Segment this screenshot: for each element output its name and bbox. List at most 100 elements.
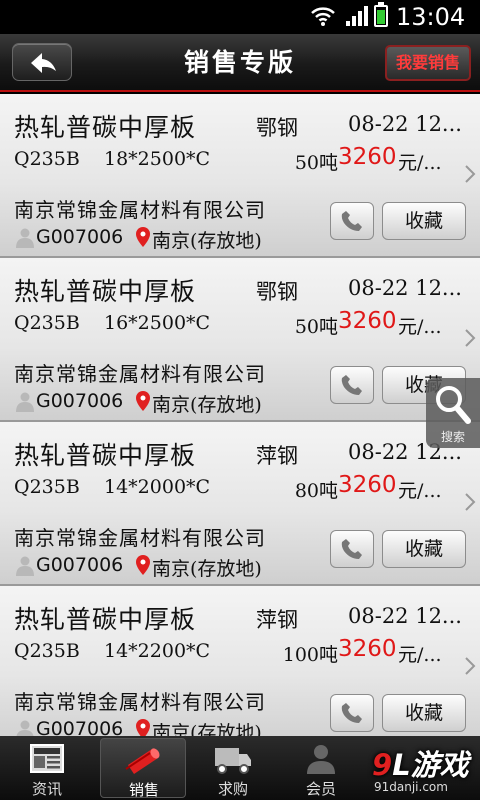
tab-purchase-label: 求购	[217, 780, 248, 798]
steel-grade: Q235B	[14, 640, 80, 662]
company-name: 南京常锦金属材料有限公司	[14, 198, 266, 222]
tab-member[interactable]: 会员	[278, 738, 364, 798]
seller-code: G007006	[36, 718, 124, 736]
steel-grade: Q235B	[14, 312, 80, 334]
back-arrow-icon	[31, 53, 56, 73]
storage-location: 南京(存放地)	[152, 230, 262, 252]
post-date: 08-22 12...	[348, 276, 462, 300]
chevron-right-icon	[465, 493, 476, 511]
phone-icon	[341, 703, 362, 723]
quantity: 100吨	[282, 644, 338, 666]
price: 3260	[338, 308, 397, 334]
chevron-right-icon	[465, 165, 476, 183]
member-icon	[307, 745, 335, 774]
price: 3260	[338, 472, 397, 498]
search-float-button[interactable]: 搜索	[426, 378, 480, 448]
listing-card[interactable]: 热轧普碳中厚板 鄂钢 08-22 12... Q235B 16*2500*C 5…	[0, 258, 480, 422]
company-name: 南京常锦金属材料有限公司	[14, 690, 266, 714]
steel-pipe-icon	[125, 748, 160, 774]
steel-grade: Q235B	[14, 476, 80, 498]
truck-icon	[215, 748, 251, 774]
company-name: 南京常锦金属材料有限公司	[14, 362, 266, 386]
phone-icon	[341, 375, 362, 395]
spec: 16*2500*C	[104, 312, 211, 334]
call-button[interactable]	[330, 530, 374, 568]
post-date: 08-22 12...	[348, 112, 462, 136]
listing-card[interactable]: 热轧普碳中厚板 萍钢 08-22 12... Q235B 14*2000*C 8…	[0, 422, 480, 586]
quantity: 50吨	[294, 152, 338, 174]
spec: 14*2200*C	[104, 640, 211, 662]
tab-news-label: 资讯	[31, 780, 62, 798]
favorite-button[interactable]: 收藏	[382, 694, 466, 732]
price-unit: 元/...	[398, 152, 442, 174]
storage-location: 南京(存放地)	[152, 394, 262, 416]
manufacturer: 萍钢	[256, 444, 298, 468]
signal-icon	[346, 6, 368, 26]
quantity: 50吨	[294, 316, 338, 338]
search-icon	[436, 386, 471, 424]
listing-card[interactable]: 热轧普碳中厚板 萍钢 08-22 12... Q235B 14*2200*C 1…	[0, 586, 480, 736]
news-icon	[30, 744, 64, 773]
product-name: 热轧普碳中厚板	[14, 113, 197, 142]
watermark-logo-prefix: 9	[372, 748, 393, 782]
status-bar: 13:04	[0, 0, 480, 34]
chevron-right-icon	[465, 657, 476, 675]
header-bar: 销售专版 我要销售	[0, 34, 480, 92]
product-name: 热轧普碳中厚板	[14, 441, 197, 470]
steel-grade: Q235B	[14, 148, 80, 170]
company-name: 南京常锦金属材料有限公司	[14, 526, 266, 550]
listing-card[interactable]: 热轧普碳中厚板 鄂钢 08-22 12... Q235B 18*2500*C 5…	[0, 94, 480, 258]
favorite-button[interactable]: 收藏	[382, 202, 466, 240]
watermark-url: 91danji.com	[374, 780, 448, 794]
quantity: 80吨	[294, 480, 338, 502]
price: 3260	[338, 144, 397, 170]
back-button[interactable]	[12, 43, 72, 81]
sell-button[interactable]: 我要销售	[385, 45, 471, 81]
listing-list[interactable]: 热轧普碳中厚板 鄂钢 08-22 12... Q235B 18*2500*C 5…	[0, 94, 480, 736]
location-pin-icon	[136, 227, 150, 247]
call-button[interactable]	[330, 202, 374, 240]
location-pin-icon	[136, 719, 150, 736]
product-name: 热轧普碳中厚板	[14, 277, 197, 306]
product-name: 热轧普碳中厚板	[14, 605, 197, 634]
manufacturer: 鄂钢	[256, 116, 298, 140]
storage-location: 南京(存放地)	[152, 558, 262, 580]
tab-sales[interactable]: 销售	[100, 738, 186, 799]
seller-code: G007006	[36, 226, 124, 248]
call-button[interactable]	[330, 694, 374, 732]
price-unit: 元/...	[398, 644, 442, 666]
seller-code: G007006	[36, 554, 124, 576]
user-icon	[16, 228, 34, 248]
spec: 14*2000*C	[104, 476, 211, 498]
wifi-icon	[311, 7, 335, 26]
tab-member-label: 会员	[305, 780, 336, 798]
favorite-button[interactable]: 收藏	[382, 530, 466, 568]
phone-icon	[341, 211, 362, 231]
watermark-logo: 9L游戏	[372, 742, 469, 784]
location-pin-icon	[136, 391, 150, 411]
call-button[interactable]	[330, 366, 374, 404]
user-icon	[16, 392, 34, 412]
manufacturer: 鄂钢	[256, 280, 298, 304]
price-unit: 元/...	[398, 316, 442, 338]
tab-news[interactable]: 资讯	[4, 738, 90, 798]
storage-location: 南京(存放地)	[152, 722, 262, 736]
manufacturer: 萍钢	[256, 608, 298, 632]
status-time: 13:04	[396, 3, 466, 31]
location-pin-icon	[136, 555, 150, 575]
chevron-right-icon	[465, 329, 476, 347]
price-unit: 元/...	[398, 480, 442, 502]
price: 3260	[338, 636, 397, 662]
tab-purchase[interactable]: 求购	[190, 738, 276, 798]
site-watermark: 9L游戏 91danji.com	[372, 738, 480, 800]
search-label: 搜索	[440, 430, 465, 444]
phone-icon	[341, 539, 362, 559]
user-icon	[16, 556, 34, 576]
battery-icon	[374, 2, 388, 27]
tab-sales-label: 销售	[128, 781, 159, 799]
user-icon	[16, 720, 34, 736]
post-date: 08-22 12...	[348, 604, 462, 628]
watermark-logo-text: L游戏	[392, 748, 469, 782]
spec: 18*2500*C	[104, 148, 211, 170]
seller-code: G007006	[36, 390, 124, 412]
